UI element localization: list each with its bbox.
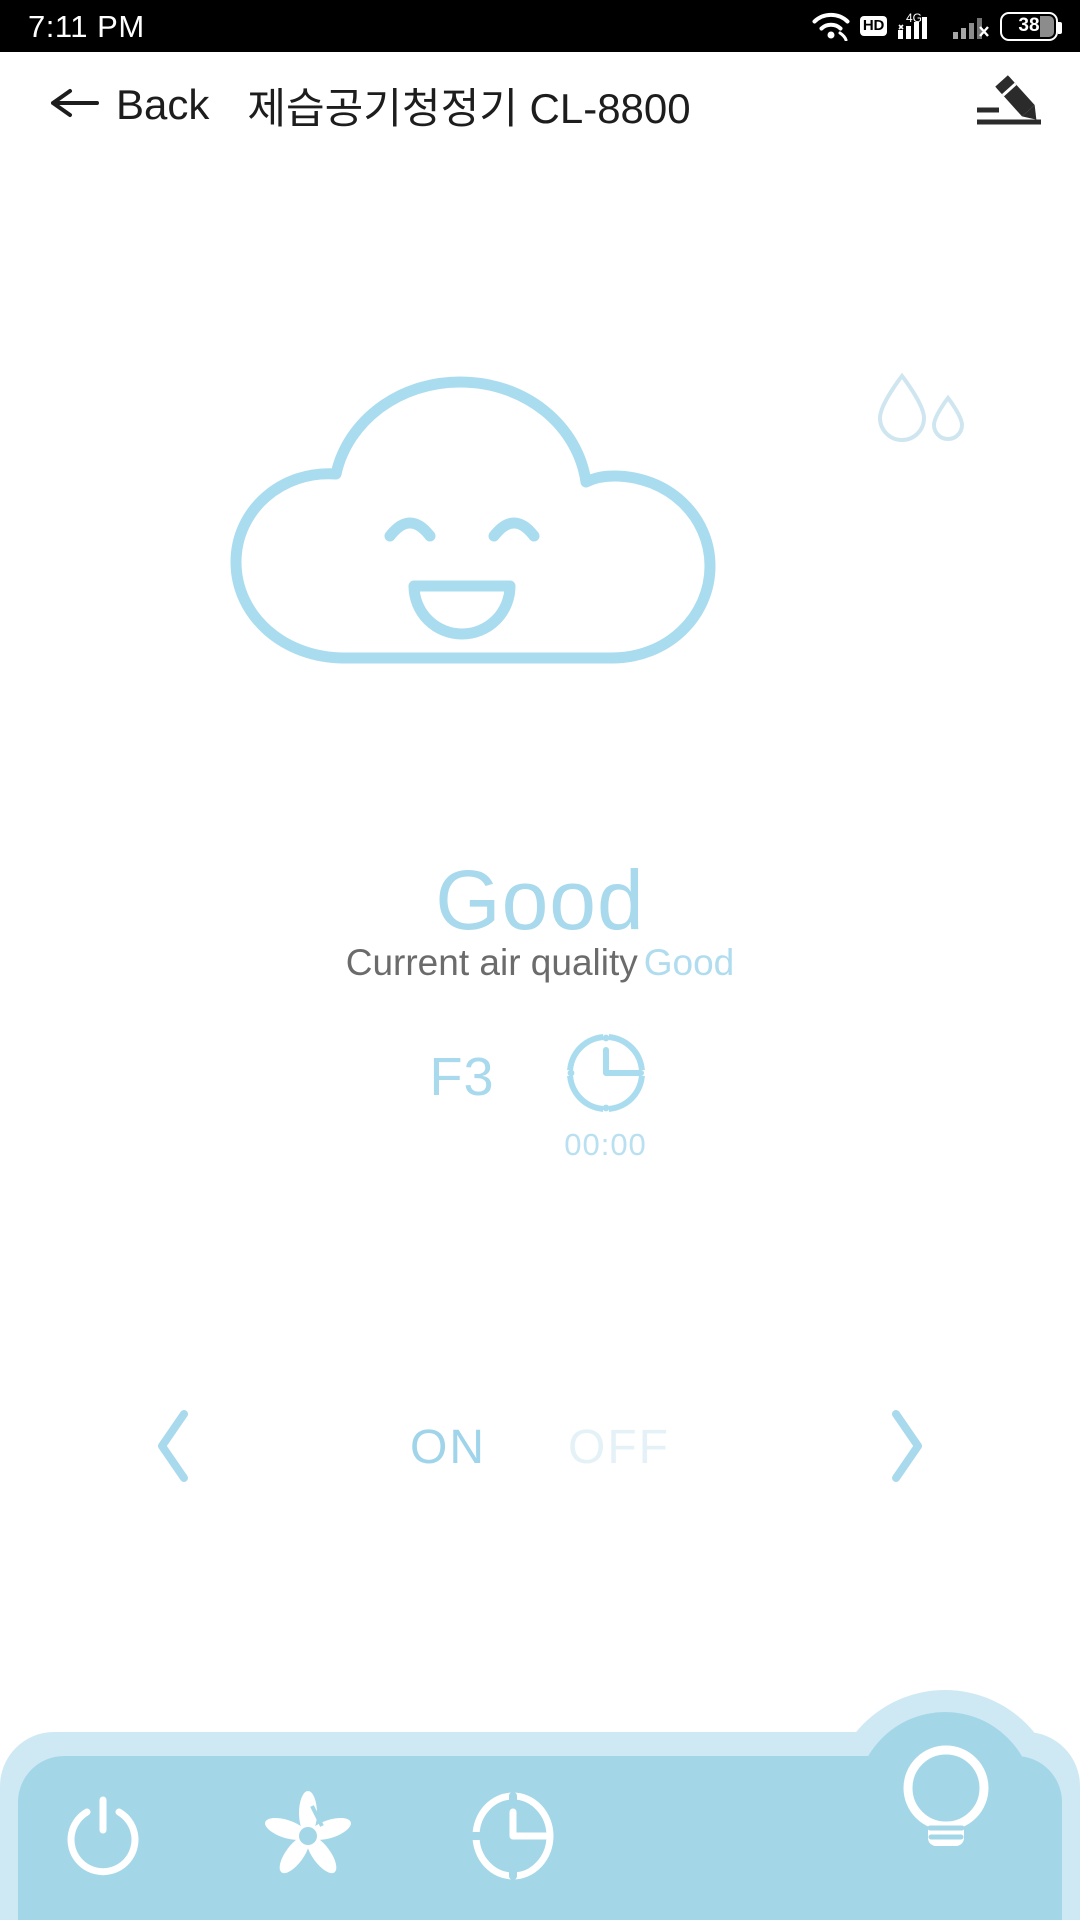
mode-status-row: F3 00:00 <box>0 1028 1080 1160</box>
back-label: Back <box>116 81 210 128</box>
edit-device-button[interactable] <box>974 75 1044 136</box>
battery-indicator: 38 <box>1000 11 1062 41</box>
signal-bars-icon: 4G <box>896 11 942 41</box>
timer-status[interactable]: 00:00 <box>561 1028 651 1160</box>
status-icon-group: HD 4G 38 <box>811 11 1062 41</box>
power-mode-off-option[interactable]: OFF <box>568 1424 670 1472</box>
device-detail-screen: 7:11 PM HD 4G 38 Back 제습공기청정기 CL-8800 Go… <box>0 0 1080 1920</box>
chevron-right-icon[interactable] <box>884 1408 928 1489</box>
power-icon <box>57 1790 149 1887</box>
back-button[interactable]: Back <box>0 81 209 129</box>
wifi-icon <box>811 11 851 41</box>
fan-speed-label[interactable]: F3 <box>429 1050 494 1104</box>
app-bar: Back 제습공기청정기 CL-8800 <box>0 52 1080 158</box>
power-button[interactable] <box>0 1790 205 1887</box>
air-quality-summary: Current air quality Good <box>0 944 1080 981</box>
status-time: 7:11 PM <box>28 8 145 44</box>
battery-level-text: 38 <box>1018 15 1040 36</box>
timer-icon <box>467 1790 559 1887</box>
timer-value: 00:00 <box>564 1127 647 1162</box>
air-quality-summary-label: Current air quality <box>345 942 638 983</box>
quality-text-block: Good Current air quality Good <box>0 158 1080 1058</box>
fan-speed-button[interactable] <box>205 1788 410 1889</box>
air-quality-summary-value: Good <box>643 942 735 983</box>
page-title: 제습공기청정기 CL-8800 <box>247 84 691 132</box>
power-mode-on-option[interactable]: ON <box>410 1424 486 1472</box>
edit-pencil-icon <box>974 75 1044 135</box>
light-button[interactable] <box>886 1738 1006 1868</box>
air-quality-headline: Good <box>435 853 645 947</box>
chevron-left-icon[interactable] <box>152 1408 196 1489</box>
power-mode-options: ON OFF <box>410 1424 670 1472</box>
hd-badge: HD <box>859 16 887 36</box>
timer-button[interactable] <box>410 1790 615 1887</box>
fan-icon <box>260 1788 356 1889</box>
power-mode-selector: ON OFF <box>0 1393 1080 1503</box>
arrow-left-icon <box>48 84 100 127</box>
lightbulb-icon <box>890 1738 1002 1869</box>
clock-icon <box>561 1028 651 1123</box>
signal-bars-no-service-icon <box>951 11 991 41</box>
status-bar: 7:11 PM HD 4G 38 <box>0 0 1080 52</box>
bottom-toolbar <box>0 1690 1080 1920</box>
device-main-panel: Good Current air quality Good F3 00:00 O… <box>0 158 1080 1690</box>
